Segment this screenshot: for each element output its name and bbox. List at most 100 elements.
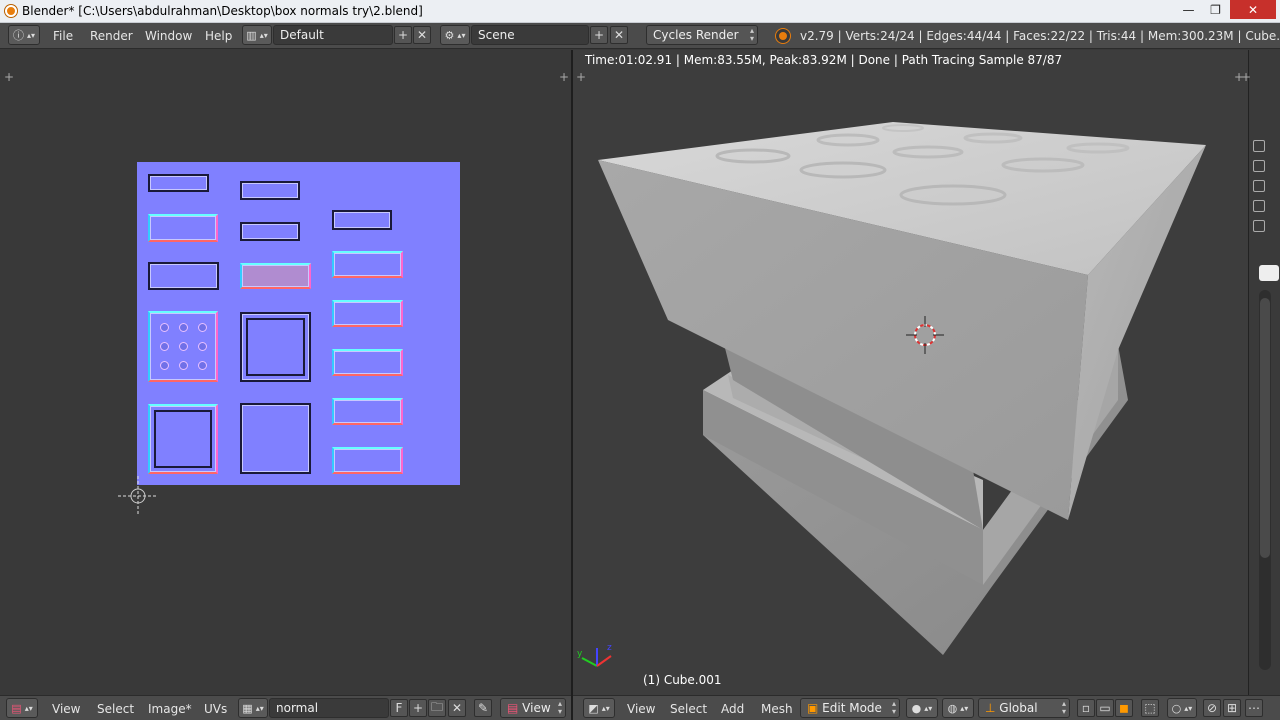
open-image-button[interactable]: 🗀 xyxy=(428,699,446,717)
uv-menu-uvs[interactable]: UVs xyxy=(204,702,227,716)
camera-icon[interactable] xyxy=(1253,140,1265,152)
image-name-field[interactable]: normal xyxy=(269,698,389,718)
hole-dot xyxy=(160,342,169,351)
unlink-image-button[interactable]: ✕ xyxy=(448,699,466,717)
proportional-editing-button[interactable]: ○ ▴▾ xyxy=(1167,698,1197,718)
view3d-menu-mesh[interactable]: Mesh xyxy=(761,702,793,716)
uv-menu-image[interactable]: Image* xyxy=(148,702,192,716)
blender-logo-icon xyxy=(776,29,790,43)
proportional-icon: ○ xyxy=(1171,701,1182,715)
hole-dot xyxy=(198,361,207,370)
area-corner-icon[interactable]: + xyxy=(4,70,14,84)
menu-file[interactable]: File xyxy=(53,29,73,43)
blender-app-icon xyxy=(5,5,17,17)
uv-island-inner xyxy=(154,410,212,468)
uv-editor-header: ▤ ▴▾ View Select Image* UVs ▦ ▴▾ normal F … xyxy=(0,695,571,720)
editor-type-image[interactable]: ▤ ▴▾ xyxy=(6,698,38,718)
uv-view-mode-dropdown[interactable]: ▤ View ▴ ▾ xyxy=(500,698,566,718)
orientation-label: Global xyxy=(999,701,1038,715)
view3d-header: ◩ ▴▾ View Select Add Mesh ▣ Edit Mode ▴ ▾ … xyxy=(573,695,1280,720)
hole-dot xyxy=(179,361,188,370)
close-button[interactable]: ✕ xyxy=(1230,0,1276,19)
snap-toggle-button[interactable]: ⊘ xyxy=(1203,699,1221,717)
2d-cursor-icon[interactable] xyxy=(116,474,160,518)
hole-dot xyxy=(160,323,169,332)
rendered-box-model: z y xyxy=(577,122,1206,667)
snap-target-button[interactable]: ⋯ xyxy=(1245,699,1263,717)
edge-select-button[interactable]: ▭ xyxy=(1096,699,1114,717)
fake-user-button[interactable]: F xyxy=(390,699,408,717)
editor-type-info[interactable]: ⓘ ▴▾ xyxy=(8,25,40,45)
camera-icon[interactable] xyxy=(1253,220,1265,232)
camera-icon[interactable] xyxy=(1253,180,1265,192)
camera-icon[interactable] xyxy=(1253,160,1265,172)
svg-text:z: z xyxy=(607,643,612,653)
axis-gizmo-icon: z y xyxy=(577,643,612,667)
uv-island-selected xyxy=(240,263,311,289)
hole-dot xyxy=(179,342,188,351)
scrollbar-track[interactable] xyxy=(1259,290,1271,670)
viewport-shading-button[interactable]: ● ▴▾ xyxy=(906,698,938,718)
view-mode-icon: ▤ xyxy=(507,701,519,715)
scrollbar-thumb[interactable] xyxy=(1260,298,1270,558)
transform-orientation-dropdown[interactable]: ⊥ Global ▴ ▾ xyxy=(978,698,1070,718)
uv-menu-view[interactable]: View xyxy=(52,702,80,716)
area-corner-icon[interactable]: + xyxy=(559,70,569,84)
uv-island xyxy=(332,398,403,425)
menu-help[interactable]: Help xyxy=(205,29,232,43)
uv-island xyxy=(240,403,311,474)
scene-name-field[interactable]: Scene xyxy=(471,25,589,45)
maximize-button[interactable]: ❐ xyxy=(1202,0,1229,19)
scene-remove-button[interactable]: ✕ xyxy=(610,26,628,44)
uv-menu-select[interactable]: Select xyxy=(97,702,134,716)
scene-stats: v2.79 | Verts:24/24 | Edges:44/44 | Face… xyxy=(800,29,1280,43)
layout-add-button[interactable]: + xyxy=(394,26,412,44)
view3d-menu-view[interactable]: View xyxy=(627,702,655,716)
mode-dropdown[interactable]: ▣ Edit Mode ▴ ▾ xyxy=(800,698,900,718)
view3d-menu-select[interactable]: Select xyxy=(670,702,707,716)
render-engine-dropdown[interactable]: Cycles Render ▴ ▾ xyxy=(646,25,758,45)
properties-toggle-icon[interactable] xyxy=(1259,265,1279,281)
render-engine-label: Cycles Render xyxy=(653,28,739,42)
view3d-menu-add[interactable]: Add xyxy=(721,702,744,716)
area-corner-icon[interactable]: + xyxy=(1241,70,1251,84)
dropdown-arrows-icon: ▴ ▾ xyxy=(891,699,896,716)
uv-island xyxy=(240,312,311,382)
scene-icon: ⚙ xyxy=(444,28,455,42)
pivot-point-button[interactable]: ◍ ▴▾ xyxy=(942,698,974,718)
pivot-icon: ◍ xyxy=(947,701,958,715)
vertex-select-button[interactable]: ▫ xyxy=(1077,699,1095,717)
limit-selection-button[interactable]: ⬚ xyxy=(1141,699,1159,717)
viewport-tool-strip: + xyxy=(1241,50,1280,695)
scene-browse-button[interactable]: ⚙ ▴▾ xyxy=(440,25,470,45)
menu-window[interactable]: Window xyxy=(145,29,192,43)
uv-island-with-holes xyxy=(148,311,218,382)
render-info-text: Time:01:02.91 | Mem:83.55M, Peak:83.92M … xyxy=(585,53,1063,67)
uv-image-editor[interactable]: + + xyxy=(0,50,571,695)
editor-type-3d[interactable]: ◩ ▴▾ xyxy=(583,698,615,718)
uv-island-inner xyxy=(246,318,305,376)
snap-element-button[interactable]: ⊞ xyxy=(1223,699,1241,717)
new-image-button[interactable]: + xyxy=(409,699,427,717)
layout-name-field[interactable]: Default xyxy=(273,25,393,45)
face-select-button[interactable]: ◼ xyxy=(1115,699,1133,717)
layout-remove-button[interactable]: ✕ xyxy=(413,26,431,44)
window-titlebar: Blender* [C:\Users\abdulrahman\Desktop\b… xyxy=(0,0,1280,23)
uv-island xyxy=(148,262,219,290)
scene-add-button[interactable]: + xyxy=(590,26,608,44)
layout-icon: ▥ xyxy=(246,28,257,42)
image-browse-button[interactable]: ▦ ▴▾ xyxy=(238,698,268,718)
hole-dot xyxy=(160,361,169,370)
camera-icon[interactable] xyxy=(1253,200,1265,212)
minimize-button[interactable]: — xyxy=(1175,0,1202,19)
uv-island xyxy=(332,210,392,230)
uv-island xyxy=(332,300,403,327)
dropdown-arrows-icon: ▴ ▾ xyxy=(557,699,562,716)
manipulator-icon: ⊥ xyxy=(985,701,996,715)
info-header: ⓘ ▴▾ File Render Window Help ▥ ▴▾ Default … xyxy=(0,23,1280,49)
uv-island xyxy=(148,214,218,242)
3d-viewport[interactable]: + + z y Time:01:02.91 | Mem:83.55M, Peak… xyxy=(573,50,1248,695)
pin-icon[interactable]: ✎ xyxy=(474,699,492,717)
menu-render[interactable]: Render xyxy=(90,29,133,43)
layout-browse-button[interactable]: ▥ ▴▾ xyxy=(242,25,272,45)
